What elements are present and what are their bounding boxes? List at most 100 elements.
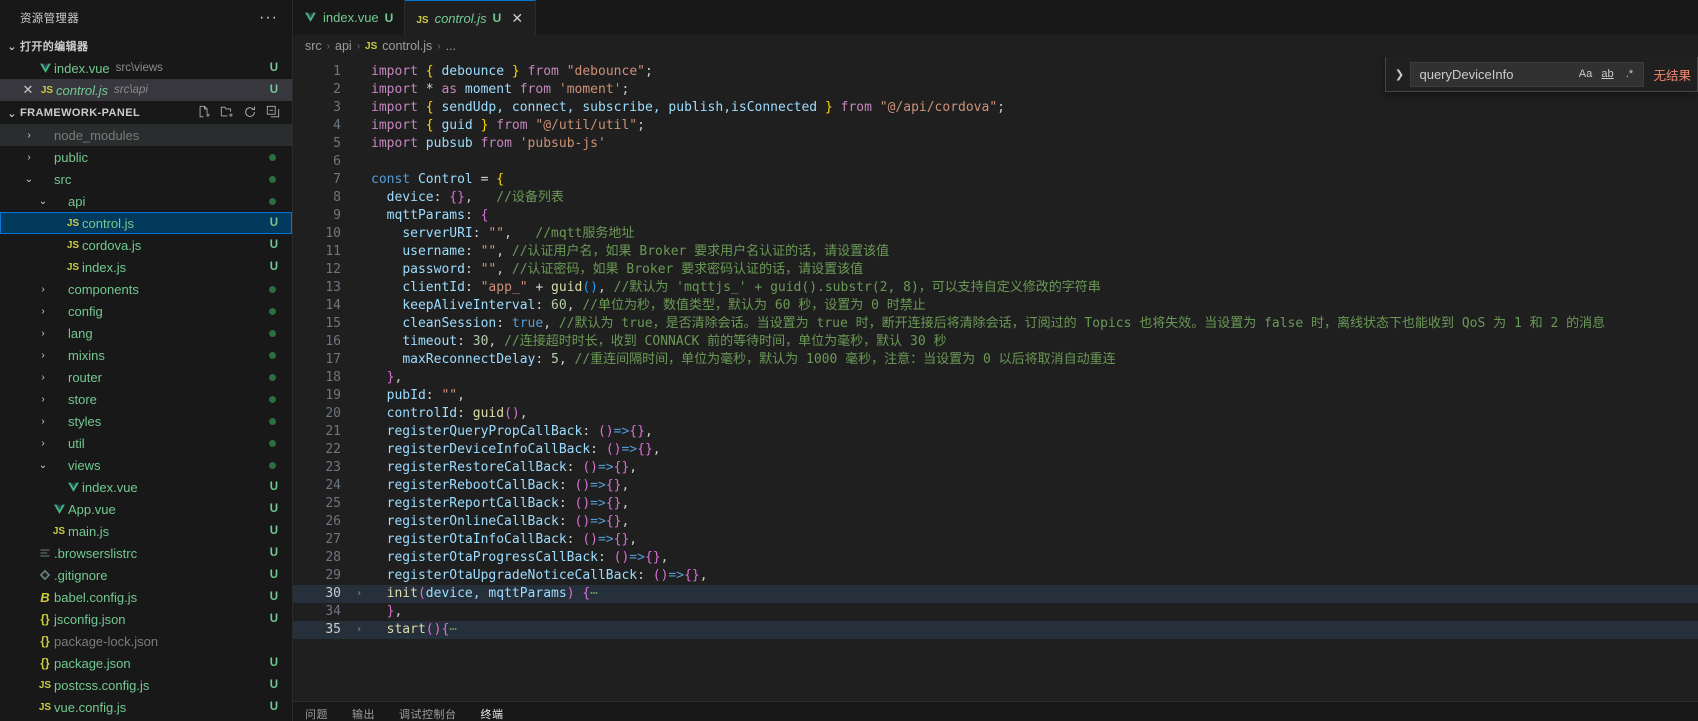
chevron-right-icon[interactable]: › — [22, 130, 36, 141]
tab-index-vue[interactable]: index.vue U — [293, 0, 406, 35]
code-line[interactable]: 15 cleanSession: true, //默认为 true，是否清除会话… — [293, 315, 1698, 333]
line-number[interactable]: 20 — [293, 405, 351, 423]
code-line[interactable]: 6 — [293, 153, 1698, 171]
chevron-right-icon[interactable]: › — [36, 372, 50, 383]
code-line[interactable]: 29 registerOtaUpgradeNoticeCallBack: ()=… — [293, 567, 1698, 585]
line-number[interactable]: 24 — [293, 477, 351, 495]
chevron-right-icon[interactable]: ❯ — [1388, 61, 1410, 87]
tree-item-package-json[interactable]: {} package.json U — [0, 652, 292, 674]
tree-item-config[interactable]: › config — [0, 300, 292, 322]
breadcrumb-item-src[interactable]: src — [305, 39, 322, 53]
code-line[interactable]: 3 import { sendUdp, connect, subscribe, p… — [293, 99, 1698, 117]
line-number[interactable]: 6 — [293, 153, 351, 171]
panel-tab-terminal[interactable]: 终端 — [481, 702, 514, 721]
fold-chevron-icon[interactable]: › — [351, 621, 367, 639]
breadcrumb-item-symbols[interactable]: ... — [446, 39, 456, 53]
open-editor-control-js[interactable]: ✕ JS control.js src\api U — [0, 79, 292, 101]
collapse-all-icon[interactable] — [266, 105, 280, 122]
line-number[interactable]: 13 — [293, 279, 351, 297]
line-number[interactable]: 18 — [293, 369, 351, 387]
line-number[interactable]: 30 — [293, 585, 351, 603]
breadcrumb-item-api[interactable]: api — [335, 39, 352, 53]
tree-item-cordova-js[interactable]: JS cordova.js U — [0, 234, 292, 256]
code-line[interactable]: 35 › start(){⋯ — [293, 621, 1698, 639]
code-line[interactable]: 10 serverURI: "", //mqtt服务地址 — [293, 225, 1698, 243]
chevron-down-icon[interactable]: ⌄ — [36, 460, 50, 471]
code-line[interactable]: 18 }, — [293, 369, 1698, 387]
panel-tab-output[interactable]: 输出 — [352, 702, 385, 721]
code-line[interactable]: 16 timeout: 30, //连接超时时长，收到 CONNACK 前的等待… — [293, 333, 1698, 351]
chevron-right-icon[interactable]: › — [36, 438, 50, 449]
line-number[interactable]: 23 — [293, 459, 351, 477]
line-number[interactable]: 2 — [293, 81, 351, 99]
code-line[interactable]: 25 registerReportCallBack: ()=>{}, — [293, 495, 1698, 513]
tree-item--gitignore[interactable]: .gitignore U — [0, 564, 292, 586]
line-number[interactable]: 29 — [293, 567, 351, 585]
tree-item-control-js[interactable]: JS control.js U — [0, 212, 292, 234]
code-line[interactable]: 23 registerRestoreCallBack: ()=>{}, — [293, 459, 1698, 477]
line-number[interactable]: 27 — [293, 531, 351, 549]
chevron-right-icon[interactable]: › — [36, 306, 50, 317]
line-number[interactable]: 16 — [293, 333, 351, 351]
code-line[interactable]: 7 const Control = { — [293, 171, 1698, 189]
line-number[interactable]: 8 — [293, 189, 351, 207]
find-input[interactable] — [1419, 66, 1572, 82]
tree-item-babel-config-js[interactable]: Bbabel.config.js U — [0, 586, 292, 608]
code-line[interactable]: 12 password: "", //认证密码，如果 Broker 要求密码认证… — [293, 261, 1698, 279]
tree-item-mixins[interactable]: › mixins — [0, 344, 292, 366]
code-line[interactable]: 5 import pubsub from 'pubsub-js' — [293, 135, 1698, 153]
code-line[interactable]: 8 device: {}, //设备列表 — [293, 189, 1698, 207]
line-number[interactable]: 26 — [293, 513, 351, 531]
code-line[interactable]: 22 registerDeviceInfoCallBack: ()=>{}, — [293, 441, 1698, 459]
code-line[interactable]: 9 mqttParams: { — [293, 207, 1698, 225]
line-number[interactable]: 14 — [293, 297, 351, 315]
tree-item-public[interactable]: › public — [0, 146, 292, 168]
chevron-right-icon[interactable]: › — [36, 328, 50, 339]
chevron-right-icon[interactable]: › — [36, 350, 50, 361]
tree-item-styles[interactable]: › styles — [0, 410, 292, 432]
tree-item-api[interactable]: ⌄ api — [0, 190, 292, 212]
tree-item-index-js[interactable]: JS index.js U — [0, 256, 292, 278]
new-file-icon[interactable] — [197, 105, 211, 122]
open-editors-section-header[interactable]: ⌄ 打开的编辑器 — [0, 35, 292, 57]
code-line[interactable]: 14 keepAliveInterval: 60, //单位为秒，数值类型，默认… — [293, 297, 1698, 315]
line-number[interactable]: 3 — [293, 99, 351, 117]
fold-chevron-icon[interactable]: › — [351, 585, 367, 603]
line-number[interactable]: 28 — [293, 549, 351, 567]
chevron-right-icon[interactable]: › — [36, 394, 50, 405]
code-line[interactable]: 19 pubId: "", — [293, 387, 1698, 405]
line-number[interactable]: 12 — [293, 261, 351, 279]
chevron-down-icon[interactable]: ⌄ — [22, 174, 36, 185]
code-line[interactable]: 34 }, — [293, 603, 1698, 621]
line-number[interactable]: 10 — [293, 225, 351, 243]
use-regex-icon[interactable]: .* — [1619, 65, 1639, 84]
line-number[interactable]: 4 — [293, 117, 351, 135]
chevron-down-icon[interactable]: ⌄ — [36, 196, 50, 207]
code-line[interactable]: 26 registerOnlineCallBack: ()=>{}, — [293, 513, 1698, 531]
chevron-right-icon[interactable]: › — [36, 416, 50, 427]
tree-item-main-js[interactable]: JS main.js U — [0, 520, 292, 542]
code-line[interactable]: 24 registerRebootCallBack: ()=>{}, — [293, 477, 1698, 495]
tree-item-router[interactable]: › router — [0, 366, 292, 388]
line-number[interactable]: 5 — [293, 135, 351, 153]
open-editor-index-vue[interactable]: index.vue src\views U — [0, 57, 292, 79]
tree-item-components[interactable]: › components — [0, 278, 292, 300]
close-icon[interactable]: ✕ — [18, 82, 38, 98]
line-number[interactable]: 1 — [293, 63, 351, 81]
workspace-folder-header[interactable]: ⌄ FRAMEWORK-PANEL — [0, 102, 292, 124]
code-line[interactable]: 4 import { guid } from "@/util/util"; — [293, 117, 1698, 135]
explorer-more-actions-button[interactable]: ··· — [259, 9, 278, 25]
line-number[interactable]: 9 — [293, 207, 351, 225]
match-case-icon[interactable]: Aa — [1575, 65, 1595, 84]
code-line[interactable]: 13 clientId: "app_" + guid(), //默认为 'mqt… — [293, 279, 1698, 297]
line-number[interactable]: 35 — [293, 621, 351, 639]
line-number[interactable]: 21 — [293, 423, 351, 441]
code-editor[interactable]: 1 import { debounce } from "debounce"; 2 im… — [293, 57, 1698, 701]
tab-control-js[interactable]: JS control.js U ✕ — [405, 0, 537, 35]
tree-item-store[interactable]: › store — [0, 388, 292, 410]
tree-item-vue-config-js[interactable]: JS vue.config.js U — [0, 696, 292, 718]
code-line[interactable]: 30 › init(device, mqttParams) {⋯ — [293, 585, 1698, 603]
code-line[interactable]: 17 maxReconnectDelay: 5, //重连间隔时间，单位为毫秒，… — [293, 351, 1698, 369]
line-number[interactable]: 22 — [293, 441, 351, 459]
close-icon[interactable]: ✕ — [510, 10, 524, 27]
